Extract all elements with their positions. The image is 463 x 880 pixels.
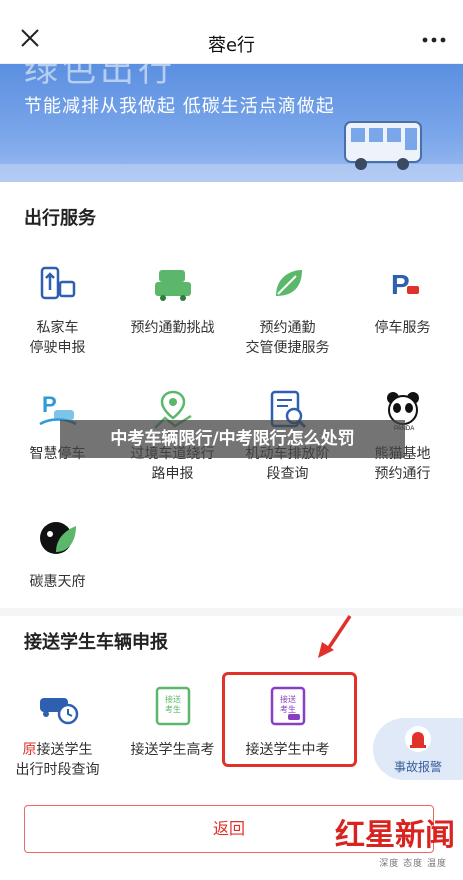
section-title-travel: 出行服务 [24,208,96,229]
service-parking[interactable]: P 停车服务 [345,262,460,338]
service-label-2: 交管便捷服务 [245,340,330,356]
student-time-query[interactable]: 原接送学生 出行时段查询 [0,684,115,780]
service-commute-booking[interactable]: 预约通勤 交管便捷服务 [230,262,345,358]
student-item-prefix: 原 [22,742,37,758]
service-label: 停车服务 [374,320,431,336]
brand-tagline: 深度 态度 温度 [379,859,447,869]
student-item-label: 原接送学生 [0,740,115,760]
svg-text:考生: 考生 [165,704,181,714]
leaf-icon [275,270,302,296]
service-label: 碳惠天府 [29,574,86,590]
red-arrow-icon [318,615,352,658]
svg-text:P: P [391,269,410,300]
accident-report-label: 事故报警 [393,760,442,774]
green-travel-banner: 绿色出行 节能减排从我做起 低碳生活点滴做起 [0,64,463,182]
highlight-box [222,672,357,767]
student-item-label-2: 出行时段查询 [15,762,100,778]
brand-name: 红星新闻 [335,818,455,853]
service-commute-challenge[interactable]: 预约通勤挑战 [115,262,230,338]
panda-leaf-icon [39,522,76,554]
page-title: 蓉e行 [207,35,256,56]
travel-services-section: 出行服务 私家车 停驶申报 预约通勤挑战 预约通勤 交管便捷服务 P 停车服务 … [0,182,463,602]
service-label: 私家车 [36,320,79,336]
svg-text:接送: 接送 [165,694,181,704]
student-item-text: 接送学生 [36,742,93,758]
service-label: 预约通勤挑战 [130,320,215,336]
student-item-label: 接送学生高考 [130,742,215,758]
service-label: 预约通勤 [259,320,316,336]
top-bar: 蓉e行 [0,0,463,64]
service-label-2: 停驶申报 [29,340,86,356]
car-clock-icon [39,698,78,725]
service-private-car-suspend[interactable]: 私家车 停驶申报 [0,262,115,358]
section-title-student: 接送学生车辆申报 [24,632,168,653]
more-icon[interactable] [421,30,447,50]
accident-report-button[interactable]: 事故报警 [373,718,463,780]
parking-icon: P [391,269,419,300]
banner-big-text: 绿色出行 [24,64,176,90]
service-label-2: 预约通行 [374,466,431,482]
bus-illustration-icon [344,121,422,170]
banner-slogan: 节能减排从我做起 低碳生活点滴做起 [24,96,335,117]
overlay-caption: 中考车辆限行/中考限行怎么处罚 [60,420,405,458]
exam-card-green-icon: 接送 考生 [155,686,190,726]
brand-logo: 红星新闻 深度 态度 温度 [335,810,455,872]
service-label-2: 段查询 [266,466,309,482]
student-gaokao[interactable]: 接送 考生 接送学生高考 [115,684,230,760]
cars-icon [154,270,191,301]
car-transfer-icon [40,266,75,300]
service-carbon-tianfu[interactable]: 碳惠天府 [0,516,115,592]
alarm-icon [405,726,431,752]
service-label-2: 路申报 [151,466,194,482]
